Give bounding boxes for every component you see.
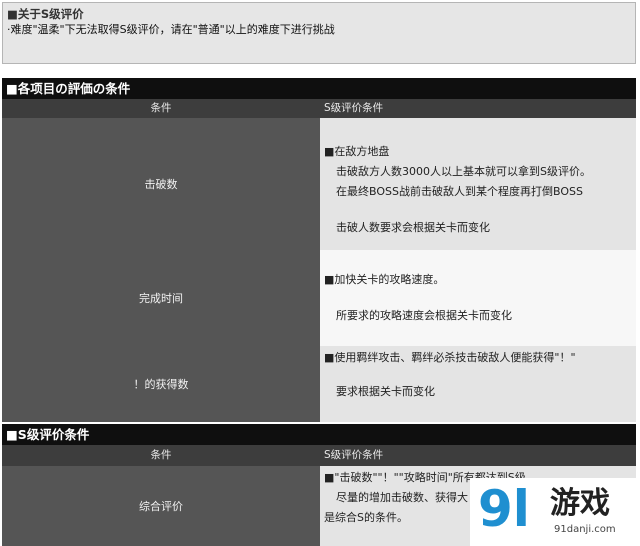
s-rank-note: ■关于S级评价 ·难度"温柔"下无法取得S级评价，请在"普通"以上的难度下进行挑… <box>2 2 636 64</box>
row-label: 完成时间 <box>2 250 320 346</box>
note-text: ·难度"温柔"下无法取得S级评价，请在"普通"以上的难度下进行挑战 <box>7 23 335 36</box>
row-label: 击破数 <box>2 118 320 250</box>
logo-text: 游戏 <box>550 486 610 521</box>
section1-title: ■各项目の評価の条件 <box>2 78 636 99</box>
section2-title: ■S级评价条件 <box>2 424 636 445</box>
section2-header-col2: S级评价条件 <box>324 449 384 461</box>
section1-header: 条件 S级评价条件 <box>2 99 636 118</box>
row-content: ■加快关卡的攻略速度。 所要求的攻略速度会根据关卡而变化 <box>320 250 636 346</box>
section2-header: 条件 S级评价条件 <box>2 445 636 466</box>
section2-header-col1: 条件 <box>150 449 172 461</box>
row-line: 在最终BOSS战前击破敌人到某个程度再打倒BOSS <box>336 185 583 198</box>
row-label: 综合评价 <box>2 466 320 546</box>
table-row: 完成时间 ■加快关卡的攻略速度。 所要求的攻略速度会根据关卡而变化 <box>2 250 636 346</box>
row-line: 击破敌方人数3000人以上基本就可以拿到S级评价。 <box>336 165 591 178</box>
row-line: ■在敌方地盘 <box>324 145 390 158</box>
section1-header-col1: 条件 <box>150 102 172 114</box>
section1-header-col2: S级评价条件 <box>324 102 384 114</box>
watermark-logo: 9l 游戏 91danji.com <box>470 478 640 546</box>
row-label: ！的获得数 <box>2 346 320 422</box>
row-line: 所要求的攻略速度会根据关卡而变化 <box>336 309 512 322</box>
note-title: ■关于S级评价 <box>7 7 84 21</box>
row-content: ■在敌方地盘 击破敌方人数3000人以上基本就可以拿到S级评价。 在最终BOSS… <box>320 118 636 250</box>
row-line: 要求根据关卡而变化 <box>336 385 435 398</box>
logo-url: 91danji.com <box>554 524 616 535</box>
table-row: ！的获得数 ■使用羁绊攻击、羁绊必杀技击破敌人便能获得"！" 要求根据关卡而变化 <box>2 346 636 422</box>
row-line: ■加快关卡的攻略速度。 <box>324 273 445 286</box>
row-line: 击破人数要求会根据关卡而变化 <box>336 221 490 234</box>
row-content: ■使用羁绊攻击、羁绊必杀技击破敌人便能获得"！" 要求根据关卡而变化 <box>320 346 636 422</box>
row-line: ■使用羁绊攻击、羁绊必杀技击破敌人便能获得"！" <box>324 351 576 364</box>
logo-number: 9l <box>478 480 530 538</box>
table-row: 击破数 ■在敌方地盘 击破敌方人数3000人以上基本就可以拿到S级评价。 在最终… <box>2 118 636 250</box>
